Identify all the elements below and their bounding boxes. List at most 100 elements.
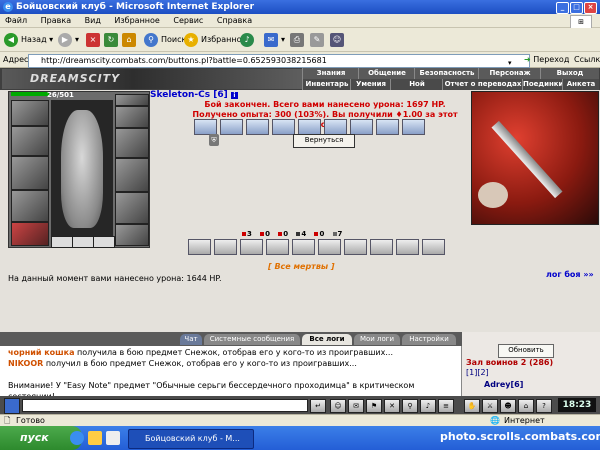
- nav-security[interactable]: Безопасность: [414, 68, 479, 79]
- menu-view[interactable]: Вид: [85, 16, 101, 25]
- ring-slot-2[interactable]: [72, 236, 94, 248]
- action-icon[interactable]: [292, 239, 315, 255]
- character-name[interactable]: Skeleton-Cs [6] i: [150, 90, 238, 100]
- quicklaunch-folder-icon[interactable]: [88, 431, 102, 445]
- bracer-slot[interactable]: [11, 190, 49, 222]
- action-icon[interactable]: [214, 239, 237, 255]
- home-button[interactable]: ⌂: [122, 31, 139, 49]
- nav-scroll[interactable]: Ной Скроллл: [390, 79, 443, 99]
- help-icon[interactable]: ?: [536, 399, 552, 413]
- roster-user[interactable]: Adrey[6]: [484, 380, 523, 389]
- tab-chat[interactable]: Чат: [180, 334, 202, 345]
- nav-character[interactable]: Персонаж: [478, 68, 541, 79]
- menu-help[interactable]: Справка: [217, 16, 252, 25]
- chat-input[interactable]: [22, 399, 308, 412]
- fight-icon[interactable]: ⚔: [482, 399, 498, 413]
- tab-my-logs[interactable]: Мои логи: [354, 334, 400, 345]
- roster-pages[interactable]: [1][2]: [466, 368, 489, 377]
- favorites-button[interactable]: ★ Избранное: [184, 31, 246, 49]
- action-icon[interactable]: [344, 239, 367, 255]
- filter-icon[interactable]: ⚲: [402, 399, 418, 413]
- scroll-icon[interactable]: [220, 119, 243, 135]
- nav-duels[interactable]: Поединки: [522, 79, 563, 90]
- action-icon[interactable]: [422, 239, 445, 255]
- tab-system-messages[interactable]: Системные сообщения: [204, 334, 300, 345]
- scroll-icon[interactable]: [350, 119, 373, 135]
- amulet-slot[interactable]: [115, 94, 149, 106]
- helmet-slot[interactable]: [11, 100, 49, 126]
- menu-favorites[interactable]: Избранное: [114, 16, 159, 25]
- action-icon[interactable]: [266, 239, 289, 255]
- links-button[interactable]: Ссылки: [574, 52, 600, 68]
- people-icon[interactable]: ☻: [500, 399, 516, 413]
- back-button[interactable]: ◀ Назад ▾: [4, 31, 53, 49]
- action-icon[interactable]: [188, 239, 211, 255]
- leggings-slot[interactable]: [115, 192, 149, 224]
- mail-button[interactable]: ✉ ▾: [264, 31, 285, 49]
- send-icon[interactable]: ↵: [310, 399, 326, 413]
- boots-slot[interactable]: [115, 224, 149, 246]
- nav-transfers[interactable]: Отчет о переводах: [442, 79, 523, 90]
- sound-icon[interactable]: ♪: [420, 399, 436, 413]
- menu-tools[interactable]: Сервис: [173, 16, 203, 25]
- nav-inventory[interactable]: Инвентарь: [302, 79, 351, 90]
- belt-slot[interactable]: [11, 222, 49, 246]
- action-icon[interactable]: [396, 239, 419, 255]
- close-button[interactable]: ×: [584, 2, 597, 14]
- gloves-slot[interactable]: [115, 128, 149, 158]
- forward-button[interactable]: ▶ ▾: [58, 31, 79, 49]
- info-icon[interactable]: i: [230, 92, 238, 99]
- action-icon[interactable]: [318, 239, 341, 255]
- menu-file[interactable]: Файл: [5, 16, 27, 25]
- menu-edit[interactable]: Правка: [41, 16, 71, 25]
- tab-all-logs[interactable]: Все логи: [302, 334, 352, 345]
- nav-knowledge[interactable]: Знания: [302, 68, 359, 79]
- window-titlebar[interactable]: e Бойцовский клуб - Microsoft Internet E…: [0, 0, 600, 14]
- scroll-icon[interactable]: [324, 119, 347, 135]
- earring-slot[interactable]: [115, 106, 149, 128]
- scroll-icon[interactable]: [194, 119, 217, 135]
- return-button[interactable]: Вернуться: [293, 134, 355, 148]
- edit-button[interactable]: ✎: [310, 31, 327, 49]
- go-button[interactable]: ➜ Переход: [524, 52, 569, 68]
- bookmark-icon[interactable]: ⚑: [366, 399, 382, 413]
- tab-settings[interactable]: Настройки: [402, 334, 456, 345]
- minimize-button[interactable]: _: [556, 2, 569, 14]
- search-button[interactable]: ⚲ Поиск: [144, 31, 186, 49]
- scroll-icon[interactable]: [272, 119, 295, 135]
- scroll-icon[interactable]: [246, 119, 269, 135]
- print-button[interactable]: ⎙: [290, 31, 307, 49]
- armor-slot[interactable]: [11, 126, 49, 156]
- stop-button[interactable]: ×: [86, 31, 103, 49]
- ring-slot-3[interactable]: [93, 236, 115, 248]
- battle-log-link[interactable]: лог боя »»: [546, 270, 594, 279]
- address-input[interactable]: http://dreamscity.combats.com/buttons.pl…: [28, 54, 530, 68]
- clear-icon[interactable]: ✕: [384, 399, 400, 413]
- nav-skills[interactable]: Умения: [350, 79, 391, 90]
- taskbar-item-browser[interactable]: Бойцовский клуб - M...: [128, 429, 254, 449]
- scroll-icon[interactable]: [376, 119, 399, 135]
- history-icon[interactable]: ≡: [438, 399, 454, 413]
- smiley-icon[interactable]: ☺: [330, 399, 346, 413]
- scroll-icon[interactable]: [402, 119, 425, 135]
- chat-nick[interactable]: NIKOOR: [8, 359, 43, 368]
- nav-profile[interactable]: Анкета: [562, 79, 599, 90]
- maximize-button[interactable]: □: [570, 2, 583, 14]
- quicklaunch-desktop-icon[interactable]: [106, 431, 120, 445]
- scroll-icon[interactable]: [298, 119, 321, 135]
- refresh-button[interactable]: ↻: [104, 31, 121, 49]
- weapon-slot[interactable]: [11, 156, 49, 190]
- quicklaunch-ie-icon[interactable]: [70, 431, 84, 445]
- messenger-button[interactable]: ☺: [330, 31, 347, 49]
- chat-menu-icon[interactable]: [4, 398, 20, 414]
- nav-communication[interactable]: Общение: [358, 68, 415, 79]
- ring-slot-1[interactable]: [51, 236, 73, 248]
- refresh-roster-button[interactable]: Обновить: [498, 344, 554, 358]
- private-icon[interactable]: ✉: [348, 399, 364, 413]
- map-icon[interactable]: ⌂: [518, 399, 534, 413]
- hand-icon[interactable]: ✋: [464, 399, 480, 413]
- shield-slot[interactable]: [115, 158, 149, 192]
- media-button[interactable]: ♪: [240, 31, 257, 49]
- chat-nick[interactable]: чорний кошка: [8, 348, 75, 357]
- action-icon[interactable]: [240, 239, 263, 255]
